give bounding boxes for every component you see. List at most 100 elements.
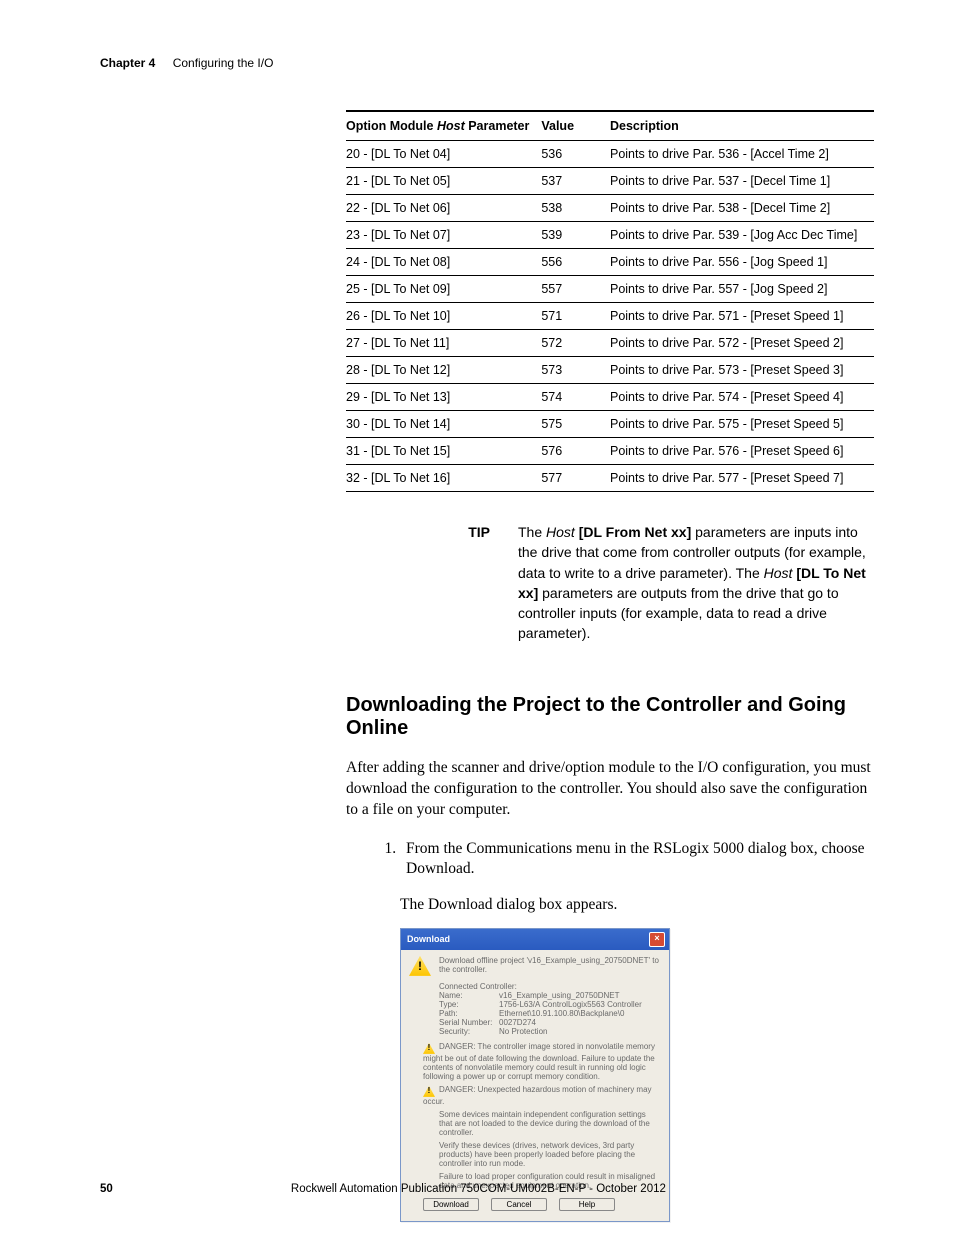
cell-value: 537 (541, 168, 610, 195)
cell-desc: Points to drive Par. 538 - [Decel Time 2… (610, 195, 874, 222)
section-heading: Downloading the Project to the Controlle… (346, 694, 874, 740)
cell-value: 577 (541, 465, 610, 492)
cell-value: 576 (541, 438, 610, 465)
parameter-table: Option Module Host Parameter Value Descr… (346, 110, 874, 492)
warning-icon (423, 1086, 435, 1097)
close-icon[interactable]: × (649, 932, 665, 947)
cell-value: 575 (541, 411, 610, 438)
tip-body: The Host [DL From Net xx] parameters are… (518, 522, 874, 644)
publication-info: Rockwell Automation Publication 750COM-U… (113, 1183, 844, 1195)
cell-desc: Points to drive Par. 539 - [Jog Acc Dec … (610, 222, 874, 249)
cell-value: 536 (541, 141, 610, 168)
table-row: 30 - [DL To Net 14]575Points to drive Pa… (346, 411, 874, 438)
table-row: 20 - [DL To Net 04]536Points to drive Pa… (346, 141, 874, 168)
cell-value: 571 (541, 303, 610, 330)
cell-value: 572 (541, 330, 610, 357)
dialog-line1: Download offline project 'v16_Example_us… (439, 956, 661, 976)
cell-param: 20 - [DL To Net 04] (346, 141, 541, 168)
cell-value: 538 (541, 195, 610, 222)
cell-param: 21 - [DL To Net 05] (346, 168, 541, 195)
cell-param: 32 - [DL To Net 16] (346, 465, 541, 492)
table-row: 28 - [DL To Net 12]573Points to drive Pa… (346, 357, 874, 384)
cell-desc: Points to drive Par. 576 - [Preset Speed… (610, 438, 874, 465)
cell-value: 573 (541, 357, 610, 384)
help-button[interactable]: Help (559, 1198, 615, 1211)
cell-param: 31 - [DL To Net 15] (346, 438, 541, 465)
warning-icon (423, 1043, 435, 1054)
warning-icon (409, 956, 431, 976)
page-footer: 50 Rockwell Automation Publication 750CO… (100, 1183, 874, 1195)
danger-1: DANGER: The controller image stored in n… (423, 1042, 661, 1081)
table-row: 29 - [DL To Net 13]574Points to drive Pa… (346, 384, 874, 411)
table-row: 26 - [DL To Net 10]571Points to drive Pa… (346, 303, 874, 330)
kv-row: Serial Number:0027D274 (439, 1018, 661, 1027)
tip-block: TIP The Host [DL From Net xx] parameters… (346, 522, 874, 644)
kv-value: v16_Example_using_20750DNET (499, 991, 620, 1000)
kv-key: Type: (439, 1000, 499, 1009)
cell-desc: Points to drive Par. 571 - [Preset Speed… (610, 303, 874, 330)
cell-desc: Points to drive Par. 572 - [Preset Speed… (610, 330, 874, 357)
intro-paragraph: After adding the scanner and drive/optio… (346, 758, 874, 821)
download-dialog: Download × Download offline project 'v16… (400, 928, 670, 1222)
kv-key: Security: (439, 1027, 499, 1036)
chapter-label: Chapter 4 (100, 56, 155, 70)
cell-param: 24 - [DL To Net 08] (346, 249, 541, 276)
step-1: From the Communications menu in the RSLo… (400, 839, 874, 881)
cell-value: 556 (541, 249, 610, 276)
kv-key: Name: (439, 991, 499, 1000)
col-value: Value (541, 111, 610, 141)
cell-param: 25 - [DL To Net 09] (346, 276, 541, 303)
cell-value: 557 (541, 276, 610, 303)
kv-key: Serial Number: (439, 1018, 499, 1027)
kv-value: 1756-L63/A ControlLogix5563 Controller (499, 1000, 642, 1009)
dialog-p4: Verify these devices (drives, network de… (439, 1141, 661, 1168)
cancel-button[interactable]: Cancel (491, 1198, 547, 1211)
cell-param: 28 - [DL To Net 12] (346, 357, 541, 384)
cell-value: 574 (541, 384, 610, 411)
download-button[interactable]: Download (423, 1198, 479, 1211)
table-row: 27 - [DL To Net 11]572Points to drive Pa… (346, 330, 874, 357)
cell-desc: Points to drive Par. 573 - [Preset Speed… (610, 357, 874, 384)
connected-controller-label: Connected Controller: (439, 982, 661, 991)
dialog-titlebar: Download × (401, 929, 669, 950)
cell-desc: Points to drive Par. 556 - [Jog Speed 1] (610, 249, 874, 276)
running-head: Chapter 4 Configuring the I/O (100, 56, 874, 70)
cell-desc: Points to drive Par. 575 - [Preset Speed… (610, 411, 874, 438)
table-row: 25 - [DL To Net 09]557Points to drive Pa… (346, 276, 874, 303)
dialog-p3: Some devices maintain independent config… (439, 1110, 661, 1137)
kv-value: 0027D274 (499, 1018, 536, 1027)
kv-value: No Protection (499, 1027, 547, 1036)
dialog-title: Download (407, 934, 450, 944)
cell-param: 23 - [DL To Net 07] (346, 222, 541, 249)
table-row: 21 - [DL To Net 05]537Points to drive Pa… (346, 168, 874, 195)
tip-label: TIP (346, 522, 518, 644)
kv-row: Security:No Protection (439, 1027, 661, 1036)
cell-param: 29 - [DL To Net 13] (346, 384, 541, 411)
cell-desc: Points to drive Par. 536 - [Accel Time 2… (610, 141, 874, 168)
kv-key: Path: (439, 1009, 499, 1018)
cell-param: 27 - [DL To Net 11] (346, 330, 541, 357)
cell-desc: Points to drive Par. 537 - [Decel Time 1… (610, 168, 874, 195)
cell-value: 539 (541, 222, 610, 249)
chapter-title: Configuring the I/O (173, 56, 274, 70)
kv-row: Type:1756-L63/A ControlLogix5563 Control… (439, 1000, 661, 1009)
page-number: 50 (100, 1183, 113, 1195)
cell-desc: Points to drive Par. 574 - [Preset Speed… (610, 384, 874, 411)
cell-param: 26 - [DL To Net 10] (346, 303, 541, 330)
cell-param: 22 - [DL To Net 06] (346, 195, 541, 222)
table-row: 24 - [DL To Net 08]556Points to drive Pa… (346, 249, 874, 276)
table-row: 23 - [DL To Net 07]539Points to drive Pa… (346, 222, 874, 249)
kv-value: Ethernet\10.91.100.80\Backplane\0 (499, 1009, 624, 1018)
kv-row: Path:Ethernet\10.91.100.80\Backplane\0 (439, 1009, 661, 1018)
danger-2: DANGER: Unexpected hazardous motion of m… (423, 1085, 661, 1106)
table-row: 31 - [DL To Net 15]576Points to drive Pa… (346, 438, 874, 465)
cell-desc: Points to drive Par. 557 - [Jog Speed 2] (610, 276, 874, 303)
step-1-follow: The Download dialog box appears. (400, 896, 874, 914)
table-row: 32 - [DL To Net 16]577Points to drive Pa… (346, 465, 874, 492)
table-row: 22 - [DL To Net 06]538Points to drive Pa… (346, 195, 874, 222)
kv-row: Name:v16_Example_using_20750DNET (439, 991, 661, 1000)
col-parameter: Option Module Host Parameter (346, 111, 541, 141)
cell-desc: Points to drive Par. 577 - [Preset Speed… (610, 465, 874, 492)
cell-param: 30 - [DL To Net 14] (346, 411, 541, 438)
col-description: Description (610, 111, 874, 141)
